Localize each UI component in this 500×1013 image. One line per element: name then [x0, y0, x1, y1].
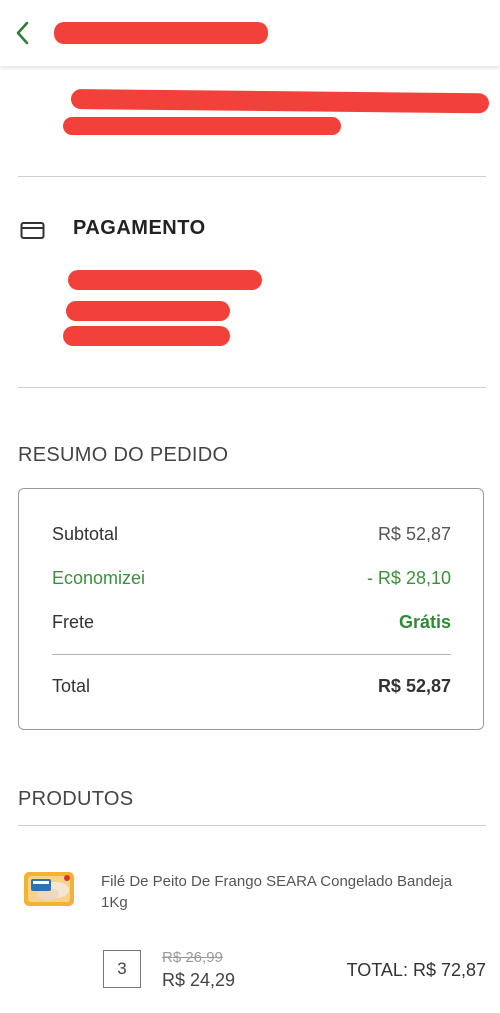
subtotal-label: Subtotal — [52, 524, 119, 544]
redacted-address-line — [70, 89, 490, 114]
total-row: Total R$ 52,87 — [52, 676, 451, 697]
total-value: R$ 52,87 — [377, 676, 451, 696]
chevron-left-icon — [16, 21, 29, 45]
redacted-header-title — [54, 22, 268, 44]
shipping-label: Frete — [52, 612, 95, 632]
order-summary-card: Subtotal R$ 52,87 Economizei - R$ 28,10 … — [18, 488, 484, 730]
redacted-payment-line — [66, 301, 230, 321]
redacted-payment-line — [63, 326, 230, 346]
divider — [52, 654, 451, 655]
redacted-payment-line — [68, 270, 262, 290]
payment-title: PAGAMENTO — [73, 217, 206, 239]
product-name: Filé De Peito De Frango SEARA Congelado … — [101, 873, 453, 911]
old-price: R$ 26,99 — [162, 949, 223, 966]
order-summary-title: RESUMO DO PEDIDO — [18, 444, 229, 466]
credit-card-icon — [20, 222, 45, 239]
quantity-field[interactable]: 3 — [103, 950, 141, 988]
product-image — [24, 872, 74, 906]
back-button[interactable] — [8, 12, 38, 52]
divider — [18, 176, 486, 177]
products-title: PRODUTOS — [18, 788, 134, 810]
savings-value: - R$ 28,10 — [366, 568, 451, 588]
subtotal-row: Subtotal R$ 52,87 — [52, 524, 451, 545]
current-price: R$ 24,29 — [162, 970, 236, 990]
divider — [18, 387, 486, 388]
divider — [18, 825, 486, 826]
shipping-value: Grátis — [398, 612, 451, 632]
subtotal-value: R$ 52,87 — [377, 524, 451, 544]
product-total: TOTAL: R$ 72,87 — [346, 960, 486, 980]
redacted-address-line — [63, 117, 341, 135]
savings-label: Economizei — [52, 568, 146, 588]
savings-row: Economizei - R$ 28,10 — [52, 568, 451, 589]
shipping-row: Frete Grátis — [52, 612, 451, 633]
total-label: Total — [52, 676, 91, 696]
top-app-bar — [0, 0, 500, 66]
